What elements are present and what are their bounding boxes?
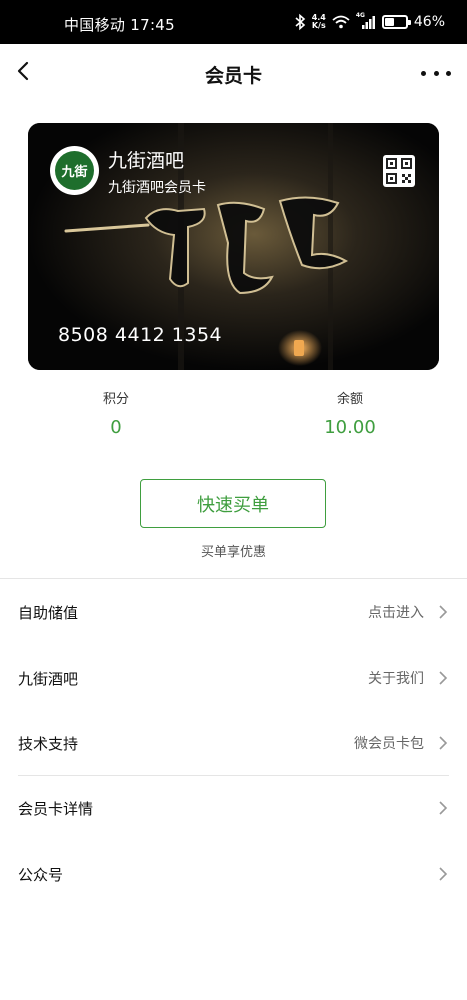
battery-fill [384, 18, 395, 26]
quick-pay-note: 买单享优惠 [200, 545, 266, 560]
merchant-logo-text: 九街 [55, 151, 94, 190]
menu-item-value: 点击进入 [368, 605, 424, 621]
card-stats: 积分 0 余额 10.00 [0, 388, 467, 448]
merchant-logo: 九街 [50, 146, 99, 195]
more-dots-icon [421, 70, 426, 76]
menu-item-label: 九街酒吧 [18, 669, 79, 688]
menu-item-official-account[interactable]: 公众号 [0, 842, 467, 906]
page-title: 会员卡 [204, 65, 262, 87]
menu-item-tech-support[interactable]: 技术支持 微会员卡包 [0, 711, 467, 775]
chevron-right-icon [439, 605, 448, 619]
menu-item-card-details[interactable]: 会员卡详情 [0, 776, 467, 840]
status-bar: 中国移动 17:45 4.4 K/s 4G 46% [0, 0, 467, 44]
nav-bar: 会员卡 [0, 44, 467, 102]
chevron-right-icon [439, 801, 448, 815]
points-stat[interactable]: 积分 0 [56, 388, 176, 438]
card-number: 8508 4412 1354 [58, 324, 223, 346]
menu-item-value: 微会员卡包 [354, 736, 424, 752]
qr-code-button[interactable] [383, 155, 415, 187]
menu-item-label: 自助储值 [18, 603, 79, 622]
points-value: 0 [110, 417, 122, 438]
menu-item-value: 关于我们 [368, 671, 424, 687]
net-speed: 4.4 K/s [312, 14, 326, 30]
cellular-signal-icon: 4G [356, 12, 376, 30]
menu-item-label: 公众号 [18, 865, 64, 884]
chevron-right-icon [439, 867, 448, 881]
quick-pay-button[interactable]: 快速买单 [140, 479, 326, 528]
battery-icon [381, 15, 411, 29]
card-name: 九街酒吧会员卡 [108, 180, 206, 196]
net-speed-unit: K/s [311, 21, 326, 30]
qr-code-icon [386, 158, 412, 184]
points-label: 积分 [102, 392, 129, 407]
chevron-right-icon [439, 736, 448, 750]
menu-item-about-bar[interactable]: 九街酒吧 关于我们 [0, 646, 467, 710]
balance-stat[interactable]: 余额 10.00 [290, 388, 410, 438]
balance-label: 余额 [336, 392, 363, 407]
carrier-time: 中国移动 17:45 [64, 16, 175, 34]
menu-item-label: 会员卡详情 [18, 799, 94, 818]
battery-percent: 46% [413, 14, 445, 30]
menu-item-label: 技术支持 [18, 734, 79, 753]
bluetooth-icon [295, 13, 305, 31]
menu-item-self-topup[interactable]: 自助储值 点击进入 [0, 580, 467, 644]
more-options-button[interactable] [421, 64, 451, 82]
status-icons: 4.4 K/s 4G 46% [294, 11, 445, 33]
section-divider [0, 578, 467, 579]
balance-value: 10.00 [324, 417, 376, 438]
member-card[interactable]: 九街 九街酒吧 九街酒吧会员卡 8508 4412 1354 [28, 123, 439, 370]
chevron-right-icon [439, 671, 448, 685]
wifi-icon [332, 15, 350, 29]
merchant-name: 九街酒吧 [108, 150, 185, 172]
